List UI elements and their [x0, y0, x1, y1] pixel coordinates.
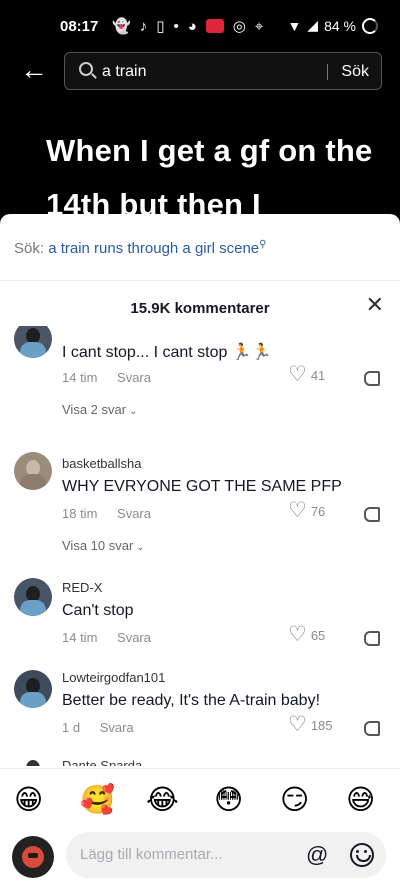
search-input[interactable]: a train: [102, 63, 146, 81]
dislike-button[interactable]: [364, 716, 380, 737]
chevron-down-icon: ⌄: [136, 542, 145, 553]
heart-icon: ♡: [288, 499, 307, 522]
avatar[interactable]: [14, 452, 52, 490]
comment-username[interactable]: Lowteirgodfan101: [62, 670, 165, 685]
back-arrow-icon[interactable]: ←: [20, 56, 48, 84]
like-button[interactable]: ♡ 65: [288, 623, 326, 646]
comment-count: 15.9K kommentarer: [130, 300, 270, 317]
view-replies-label: Visa 10 svar: [62, 538, 134, 553]
comment-username[interactable]: RED-X: [62, 580, 102, 595]
suggestion-link[interactable]: a train runs through a girl scene: [48, 240, 259, 257]
reply-button[interactable]: Svara: [117, 370, 151, 385]
wifi-icon: ▼: [287, 17, 302, 34]
search-icon: [79, 62, 93, 76]
snapchat-icon: 👻: [112, 18, 131, 35]
reply-button[interactable]: Svara: [117, 506, 151, 521]
heart-icon: ♡: [288, 713, 307, 736]
like-button[interactable]: ♡ 76: [288, 499, 326, 522]
comment-time: 1 d: [62, 720, 81, 735]
emoji-picker-icon[interactable]: [350, 843, 374, 867]
view-replies-label: Visa 2 svar: [62, 402, 127, 417]
dislike-button[interactable]: [364, 502, 380, 523]
status-time: 08:17: [60, 18, 99, 35]
signal-icon: ◢: [307, 17, 319, 33]
suggestion-prefix: Sök:: [14, 240, 45, 257]
location-icon: ⌖: [254, 17, 264, 35]
emoji-laugh-button[interactable]: 😂: [146, 783, 179, 816]
like-count: 65: [310, 627, 326, 643]
chevron-down-icon: ⌄: [129, 406, 138, 417]
status-right: ▼ ◢ 84 %: [287, 17, 378, 34]
dislike-button[interactable]: [364, 366, 380, 387]
comment-time: 18 tim: [62, 506, 98, 521]
search-suggestion[interactable]: Sök: a train runs through a girl scene⚲: [14, 239, 266, 257]
like-count: 76: [310, 503, 326, 519]
reddit-icon: ◕: [187, 17, 197, 35]
comment-meta: 14 tim Svara: [62, 630, 151, 645]
comment-input-bar: Lägg till kommentar... @: [0, 826, 400, 887]
search-submit-button[interactable]: Sök: [341, 63, 369, 81]
like-count: 185: [310, 717, 333, 733]
comment-text: Better be ready, It's the A-train baby!: [62, 692, 321, 709]
avatar[interactable]: [14, 578, 52, 616]
comment-username[interactable]: Dante Sparda: [62, 758, 142, 766]
like-button[interactable]: ♡ 185: [288, 713, 333, 736]
thumbs-down-icon: [364, 507, 380, 522]
instagram-icon: ◎: [232, 18, 246, 35]
view-replies-button[interactable]: Visa 2 svar ⌄: [62, 402, 137, 417]
search-divider: [327, 64, 328, 80]
emoji-bar: 😁 🥰 😂 😳 😏 😅: [0, 768, 400, 832]
heart-icon: ♡: [288, 363, 307, 386]
comment-username[interactable]: basketballsha: [62, 456, 142, 471]
avatar[interactable]: [14, 670, 52, 708]
comment-text: I cant stop... I cant stop 🏃🏃: [62, 344, 272, 361]
comment-list: I cant stop... I cant stop 🏃🏃 14 tim Sva…: [0, 326, 400, 766]
avatar[interactable]: [26, 760, 40, 766]
comment-time: 14 tim: [62, 630, 98, 645]
thumbs-down-icon: [364, 371, 380, 386]
search-bar[interactable]: a train Sök: [64, 52, 382, 90]
avatar[interactable]: [14, 326, 52, 358]
comment-text: WHY EVRYONE GOT THE SAME PFP: [62, 478, 342, 495]
comment-input[interactable]: Lägg till kommentar... @: [66, 832, 386, 878]
search-header: ← a train Sök: [0, 52, 400, 92]
dislike-button[interactable]: [364, 626, 380, 647]
reply-button[interactable]: Svara: [117, 630, 151, 645]
divider: [0, 280, 400, 281]
comment-meta: 18 tim Svara: [62, 506, 151, 521]
app-icon: ▯: [156, 18, 165, 35]
mention-button[interactable]: @: [306, 842, 328, 868]
view-replies-button[interactable]: Visa 10 svar ⌄: [62, 538, 145, 553]
comment-meta: 14 tim Svara: [62, 370, 151, 385]
dot-icon: •: [173, 17, 179, 35]
emoji-love-button[interactable]: 🥰: [80, 783, 115, 816]
notification-icons: 👻 ♪ ▯ • ◕ ◎ ⌖: [112, 17, 264, 36]
comment-text: Can't stop: [62, 602, 134, 619]
close-icon[interactable]: ✕: [366, 292, 384, 318]
comment-meta: 1 d Svara: [62, 720, 134, 735]
reply-button[interactable]: Svara: [100, 720, 134, 735]
like-button[interactable]: ♡ 41: [288, 363, 326, 386]
app-badge-icon: [205, 19, 224, 33]
like-count: 41: [310, 367, 326, 383]
emoji-flushed-button[interactable]: 😳: [214, 783, 243, 816]
comment-time: 14 tim: [62, 370, 98, 385]
tiktok-icon: ♪: [139, 17, 148, 35]
battery-level: 84 %: [324, 17, 356, 34]
suggestion-search-icon: ⚲: [259, 239, 267, 250]
emoji-grin-button[interactable]: 😁: [14, 783, 43, 816]
video-caption: When I get a gf on the 14th but then I: [46, 133, 373, 218]
comment-sheet: Sök: a train runs through a girl scene⚲ …: [0, 214, 400, 887]
emoji-sweat-button[interactable]: 😅: [346, 783, 375, 816]
avatar[interactable]: [12, 836, 54, 878]
thumbs-down-icon: [364, 631, 380, 646]
thumbs-down-icon: [364, 721, 380, 736]
battery-icon: [362, 17, 378, 34]
heart-icon: ♡: [288, 623, 307, 646]
emoji-smirk-button[interactable]: 😏: [280, 783, 309, 816]
comment-input-placeholder[interactable]: Lägg till kommentar...: [80, 846, 223, 863]
status-bar: 08:17 👻 ♪ ▯ • ◕ ◎ ⌖ ▼ ◢ 84 %: [0, 0, 400, 52]
